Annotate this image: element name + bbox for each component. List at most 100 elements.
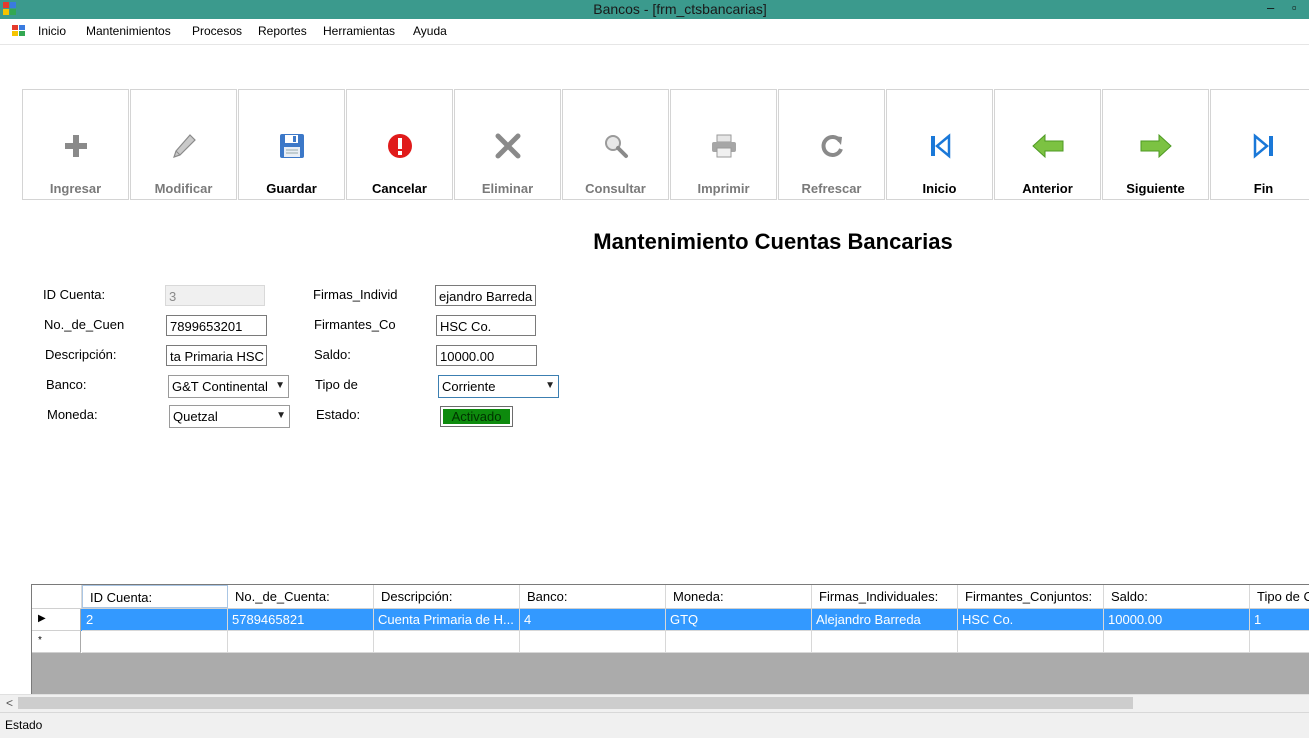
new-cell[interactable]: [374, 631, 520, 653]
col-header-firmas[interactable]: Firmas_Individuales:: [812, 585, 958, 608]
banco-label: Banco:: [46, 377, 87, 392]
col-header-saldo[interactable]: Saldo:: [1104, 585, 1250, 608]
magnifier-icon: [604, 135, 628, 158]
new-cell[interactable]: [520, 631, 666, 653]
cell-moneda[interactable]: GTQ: [666, 609, 812, 631]
imprimir-button[interactable]: Imprimir: [670, 89, 777, 200]
title-bar: Bancos - [frm_ctsbancarias] – ▫: [0, 0, 1309, 19]
arrow-left-icon: [1031, 133, 1063, 159]
new-cell[interactable]: [1104, 631, 1250, 653]
new-cell[interactable]: [958, 631, 1104, 653]
moneda-select[interactable]: Quetzal ▼: [169, 405, 290, 428]
new-cell[interactable]: [812, 631, 958, 653]
firmantes-conjuntos-label: Firmantes_Co: [314, 317, 396, 332]
col-header-numero[interactable]: No._de_Cuenta:: [228, 585, 374, 608]
numero-cuenta-label: No._de_Cuen: [44, 317, 125, 332]
horizontal-scrollbar[interactable]: <: [0, 694, 1309, 712]
fin-button[interactable]: Fin: [1210, 89, 1309, 200]
col-header-banco[interactable]: Banco:: [520, 585, 666, 608]
current-row-icon[interactable]: ▶: [32, 609, 81, 631]
menu-bar: Inicio Mantenimientos Procesos Reportes …: [0, 19, 1309, 45]
guardar-label: Guardar: [266, 181, 317, 196]
new-cell[interactable]: [82, 631, 228, 653]
menu-reportes[interactable]: Reportes: [258, 24, 307, 38]
grid-corner: [32, 585, 82, 608]
window-title: Bancos - [frm_ctsbancarias]: [593, 1, 767, 17]
menu-procesos[interactable]: Procesos: [192, 24, 242, 38]
estado-toggle[interactable]: Activado: [440, 406, 513, 427]
firmas-individuales-field[interactable]: ejandro Barreda: [435, 285, 536, 306]
moneda-value: Quetzal: [173, 409, 218, 424]
scrollbar-thumb[interactable]: [18, 697, 1133, 709]
firmas-individuales-label: Firmas_Individ: [313, 287, 398, 302]
refrescar-button[interactable]: Refrescar: [778, 89, 885, 200]
estado-value: Activado: [443, 409, 510, 424]
cell-saldo[interactable]: 10000.00: [1104, 609, 1250, 631]
firmantes-conjuntos-field[interactable]: HSC Co.: [436, 315, 536, 336]
anterior-button[interactable]: Anterior: [994, 89, 1101, 200]
cell-descripcion[interactable]: Cuenta Primaria de H...: [374, 609, 520, 631]
modificar-button[interactable]: Modificar: [130, 89, 237, 200]
tipo-select[interactable]: Corriente ▼: [438, 375, 559, 398]
fin-label: Fin: [1253, 181, 1274, 196]
consultar-button[interactable]: Consultar: [562, 89, 669, 200]
cell-firmas[interactable]: Alejandro Barreda: [812, 609, 958, 631]
eliminar-button[interactable]: Eliminar: [454, 89, 561, 200]
cancelar-button[interactable]: Cancelar: [346, 89, 453, 200]
cell-numero[interactable]: 5789465821: [228, 609, 374, 631]
status-bar: Estado: [0, 712, 1309, 738]
grid-header: ID Cuenta: No._de_Cuenta: Descripción: B…: [32, 585, 1309, 609]
consultar-label: Consultar: [585, 181, 646, 196]
inicio-label: Inicio: [922, 181, 957, 196]
chevron-down-icon: ▼: [276, 410, 286, 421]
cell-tipo[interactable]: 1: [1250, 609, 1309, 631]
mdi-child-icon[interactable]: [12, 25, 26, 37]
inicio-button[interactable]: Inicio: [886, 89, 993, 200]
id-cuenta-field[interactable]: 3: [165, 285, 265, 306]
banco-select[interactable]: G&T Continental ▼: [168, 375, 289, 398]
new-row[interactable]: *: [32, 631, 1309, 653]
moneda-label: Moneda:: [47, 407, 98, 422]
arrow-right-icon: [1140, 133, 1172, 159]
imprimir-label: Imprimir: [697, 181, 750, 196]
error-icon: [387, 134, 412, 158]
chevron-down-icon: ▼: [275, 380, 285, 391]
col-header-descripcion[interactable]: Descripción:: [374, 585, 520, 608]
minimize-button[interactable]: –: [1267, 0, 1274, 15]
restore-button[interactable]: ▫: [1292, 0, 1297, 15]
descripcion-field[interactable]: ta Primaria HSC: [166, 345, 267, 366]
guardar-button[interactable]: Guardar: [238, 89, 345, 200]
first-record-icon: [930, 133, 950, 159]
menu-inicio[interactable]: Inicio: [38, 24, 66, 38]
cell-firmantes[interactable]: HSC Co.: [958, 609, 1104, 631]
menu-herramientas[interactable]: Herramientas: [323, 24, 395, 38]
anterior-label: Anterior: [1022, 181, 1073, 196]
table-row[interactable]: ▶ 2 5789465821 Cuenta Primaria de H... 4…: [32, 609, 1309, 631]
col-header-firmantes[interactable]: Firmantes_Conjuntos:: [958, 585, 1104, 608]
ingresar-button[interactable]: Ingresar: [22, 89, 129, 200]
siguiente-button[interactable]: Siguiente: [1102, 89, 1209, 200]
col-header-id[interactable]: ID Cuenta:: [82, 585, 228, 608]
new-row-icon[interactable]: *: [32, 631, 81, 653]
saldo-field[interactable]: 10000.00: [436, 345, 537, 366]
numero-cuenta-field[interactable]: 7899653201: [166, 315, 267, 336]
siguiente-label: Siguiente: [1126, 181, 1185, 196]
printer-icon: [711, 134, 736, 158]
scroll-left-icon[interactable]: <: [6, 696, 13, 710]
last-record-icon: [1253, 133, 1273, 159]
new-cell[interactable]: [228, 631, 374, 653]
new-cell[interactable]: [666, 631, 812, 653]
accounts-grid[interactable]: ID Cuenta: No._de_Cuenta: Descripción: B…: [31, 584, 1309, 695]
new-cell[interactable]: [1250, 631, 1309, 653]
cell-id[interactable]: 2: [82, 609, 228, 631]
menu-mantenimientos[interactable]: Mantenimientos: [86, 24, 171, 38]
toolbar: Ingresar Modificar Guardar Cancelar Elim…: [22, 89, 1309, 201]
menu-ayuda[interactable]: Ayuda: [413, 24, 447, 38]
cancelar-label: Cancelar: [372, 181, 427, 196]
tipo-value: Corriente: [442, 379, 496, 394]
tipo-label: Tipo de: [315, 377, 358, 392]
estado-label: Estado:: [316, 407, 361, 422]
cell-banco[interactable]: 4: [520, 609, 666, 631]
col-header-moneda[interactable]: Moneda:: [666, 585, 812, 608]
col-header-tipo[interactable]: Tipo de C: [1250, 585, 1309, 608]
